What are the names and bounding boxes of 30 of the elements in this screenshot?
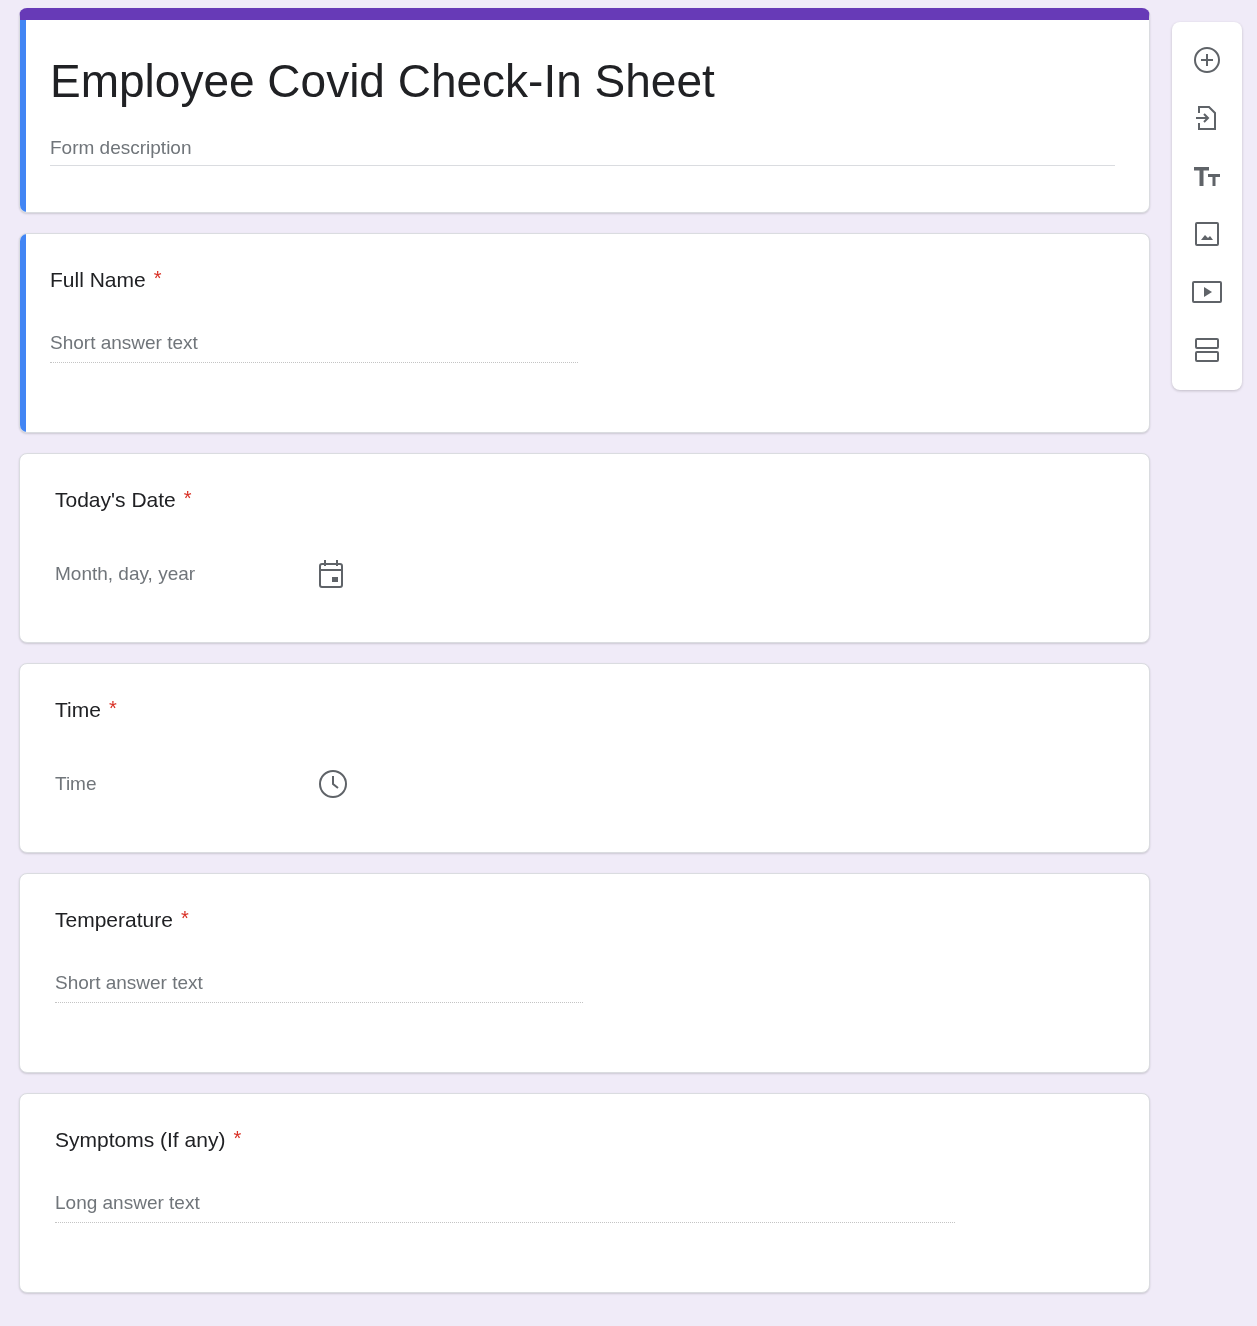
question-title: Temperature xyxy=(55,908,173,932)
answer-field[interactable]: Short answer text xyxy=(50,332,578,363)
question-card[interactable]: Symptoms (If any) * Long answer text xyxy=(19,1093,1150,1293)
add-button[interactable] xyxy=(1191,44,1223,76)
question-title: Full Name xyxy=(50,268,146,292)
question-card[interactable]: Time * Time xyxy=(19,663,1150,853)
video-icon xyxy=(1191,279,1223,305)
section-icon xyxy=(1193,336,1221,364)
time-placeholder: Time xyxy=(55,773,98,795)
calendar-icon xyxy=(317,558,345,590)
answer-field[interactable]: Long answer text xyxy=(55,1192,955,1223)
required-mark: * xyxy=(233,1128,242,1148)
required-mark: * xyxy=(108,698,117,718)
question-card[interactable]: Full Name * Short answer text xyxy=(19,233,1150,433)
required-mark: * xyxy=(183,488,192,508)
question-title: Time xyxy=(55,698,101,722)
question-title: Today's Date xyxy=(55,488,176,512)
question-title: Symptoms (If any) xyxy=(55,1128,226,1152)
form-description-field[interactable]: Form description xyxy=(50,136,1115,166)
form-title[interactable]: Employee Covid Check-In Sheet xyxy=(50,56,1115,107)
question-card[interactable]: Temperature * Short answer text xyxy=(19,873,1150,1073)
required-mark: * xyxy=(180,908,189,928)
question-card[interactable]: Today's Date * Month, day, year xyxy=(19,453,1150,643)
required-mark: * xyxy=(153,268,162,288)
text-size-icon xyxy=(1192,164,1222,188)
add-circle-icon xyxy=(1192,45,1222,75)
clock-icon xyxy=(317,768,349,800)
date-placeholder: Month, day, year xyxy=(55,563,197,585)
answer-field[interactable]: Short answer text xyxy=(55,972,583,1003)
image-icon xyxy=(1193,220,1221,248)
